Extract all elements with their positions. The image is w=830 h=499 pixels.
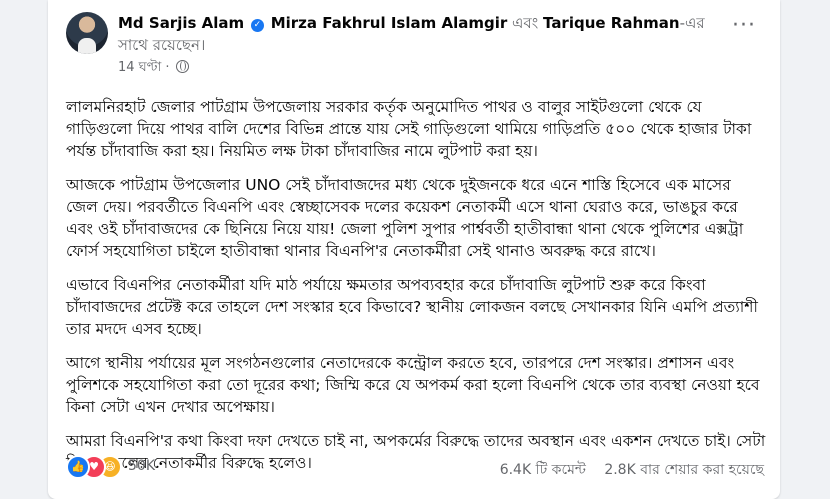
post-paragraph: লালমনিরহাট জেলার পাটগ্রাম উপজেলায় সরকার…	[66, 98, 752, 160]
post-card: Md Sarjis Alam ✓ Mirza Fakhrul Islam Ala…	[48, 0, 780, 499]
share-count[interactable]: 2.8K বার শেয়ার করা হয়েছে	[604, 462, 764, 478]
post-footer: 👍 ♥ 😆 50K 6.4K টি কমেন্ট 2.8K বার শেয়ার…	[66, 455, 764, 479]
conjunction-text: এবং	[507, 14, 544, 32]
author-avatar[interactable]	[66, 12, 108, 54]
post-body: লালমনিরহাট জেলার পাটগ্রাম উপজেলায় সরকার…	[66, 96, 766, 486]
post-paragraph: আজকে পাটগ্রাম উপজেলার UNO সেই চাঁদাবাজদে…	[66, 176, 744, 260]
verified-badge-icon: ✓	[250, 19, 264, 32]
post-time[interactable]: 14 ঘণ্টা	[118, 60, 161, 75]
more-icon[interactable]: ···	[732, 15, 756, 37]
like-icon: 👍	[66, 455, 90, 479]
post-meta: 14 ঘণ্টা ·	[118, 58, 189, 79]
author-name[interactable]: Md Sarjis Alam	[118, 14, 244, 32]
post-header-text: Md Sarjis Alam ✓ Mirza Fakhrul Islam Ala…	[118, 12, 718, 56]
engagement-stats: 6.4K টি কমেন্ট 2.8K বার শেয়ার করা হয়েছ…	[486, 458, 764, 482]
reaction-count[interactable]: 50K	[128, 458, 155, 474]
comment-count[interactable]: 6.4K টি কমেন্ট	[500, 462, 586, 478]
post-paragraph: আগে স্থানীয় পর্যায়ের মূল সংগঠনগুলোর নে…	[66, 354, 760, 416]
tagged-person-2[interactable]: Tarique Rahman	[543, 14, 680, 32]
post-paragraph: এভাবে বিএনপির নেতাকর্মীরা যদি মাঠ পর্যায…	[66, 276, 758, 338]
globe-icon[interactable]	[175, 60, 189, 73]
tagged-person-1[interactable]: Mirza Fakhrul Islam Alamgir	[271, 14, 508, 32]
